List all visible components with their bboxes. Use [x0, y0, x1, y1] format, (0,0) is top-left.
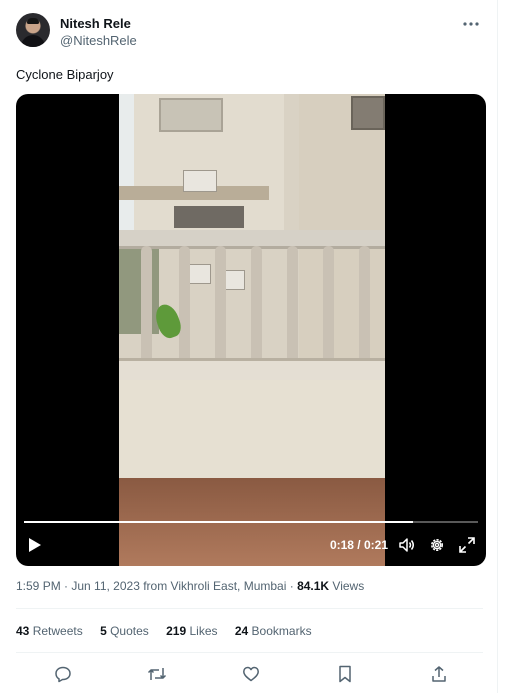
- video-ac-unit: [183, 170, 217, 192]
- bookmark-button[interactable]: [335, 664, 355, 684]
- stat-count: 24: [234, 624, 249, 638]
- more-options-button[interactable]: [459, 14, 483, 34]
- video-baluster: [323, 246, 334, 376]
- settings-button[interactable]: [428, 536, 446, 554]
- share-button[interactable]: [429, 664, 449, 684]
- tweet-stats: 43 Retweets 5 Quotes 219 Likes 24 Bookma…: [16, 623, 326, 639]
- video-window: [351, 96, 385, 130]
- video-baluster: [251, 246, 262, 376]
- video-time: 0:18 / 0:21: [329, 538, 388, 552]
- fullscreen-icon: [459, 537, 475, 553]
- video-baluster: [359, 246, 370, 376]
- meta-separator: ·: [60, 579, 72, 593]
- tweet-header: Nitesh Rele @NiteshRele: [16, 13, 483, 53]
- tweet-date[interactable]: Jun 11, 2023: [71, 579, 140, 593]
- stat-count: 219: [166, 624, 187, 638]
- video-ac-unit: [187, 264, 211, 284]
- video-baluster: [141, 246, 152, 376]
- video-baluster: [215, 246, 226, 376]
- views-label: Views: [329, 579, 365, 593]
- stat-likes[interactable]: 219 Likes: [166, 623, 217, 639]
- video-trees: [119, 244, 159, 334]
- like-button[interactable]: [241, 664, 261, 684]
- stat-label: Likes: [186, 624, 218, 638]
- avatar-shoulders: [21, 35, 45, 47]
- volume-button[interactable]: [398, 536, 416, 554]
- tweet-location: from Vikhroli East, Mumbai: [139, 579, 287, 593]
- stat-retweets[interactable]: 43 Retweets: [16, 623, 83, 639]
- video-frame[interactable]: [119, 94, 385, 566]
- video-window: [159, 98, 223, 132]
- bookmark-icon: [339, 665, 351, 683]
- video-baluster: [287, 246, 298, 376]
- stat-bookmarks[interactable]: 24 Bookmarks: [235, 623, 312, 639]
- stat-label: Quotes: [106, 624, 149, 638]
- video-wall: [119, 380, 385, 480]
- retweet-icon: [147, 668, 167, 680]
- stat-count: 43: [16, 624, 30, 638]
- tweet-meta: 1:59 PM · Jun 11, 2023 from Vikhroli Eas…: [16, 578, 364, 594]
- divider: [16, 652, 483, 653]
- meta-separator: ·: [286, 579, 298, 593]
- retweet-button[interactable]: [147, 664, 167, 684]
- reply-button[interactable]: [53, 664, 73, 684]
- video-progress-fill: [24, 521, 414, 523]
- gear-icon: [431, 539, 443, 551]
- heart-icon: [243, 666, 259, 682]
- views-count: 84.1K: [297, 579, 330, 593]
- play-button[interactable]: [26, 536, 44, 554]
- volume-icon: [399, 538, 414, 552]
- stat-count: 5: [100, 624, 107, 638]
- fullscreen-button[interactable]: [458, 536, 476, 554]
- play-icon: [29, 538, 41, 552]
- video-progress-bar[interactable]: [24, 521, 478, 523]
- video-window: [174, 206, 244, 228]
- stat-quotes[interactable]: 5 Quotes: [100, 623, 149, 639]
- tweet-time[interactable]: 1:59 PM: [16, 579, 61, 593]
- video-baluster: [179, 246, 190, 376]
- stat-label: Retweets: [29, 624, 83, 638]
- share-icon: [432, 666, 446, 682]
- stat-label: Bookmarks: [248, 624, 312, 638]
- tweet-card: Nitesh Rele @NiteshRele Cyclone Biparjoy: [0, 0, 498, 693]
- author-display-name[interactable]: Nitesh Rele: [60, 16, 137, 32]
- tweet-actions: [16, 664, 483, 684]
- avatar[interactable]: [16, 13, 50, 47]
- author-block: Nitesh Rele @NiteshRele: [60, 16, 137, 49]
- reply-icon: [55, 666, 71, 683]
- tweet-text: Cyclone Biparjoy: [16, 67, 114, 82]
- author-handle[interactable]: @NiteshRele: [60, 32, 137, 49]
- more-horizontal-icon: [463, 22, 479, 26]
- avatar-hair: [27, 18, 39, 24]
- video-player[interactable]: 0:18 / 0:21: [16, 94, 486, 566]
- divider: [16, 608, 483, 609]
